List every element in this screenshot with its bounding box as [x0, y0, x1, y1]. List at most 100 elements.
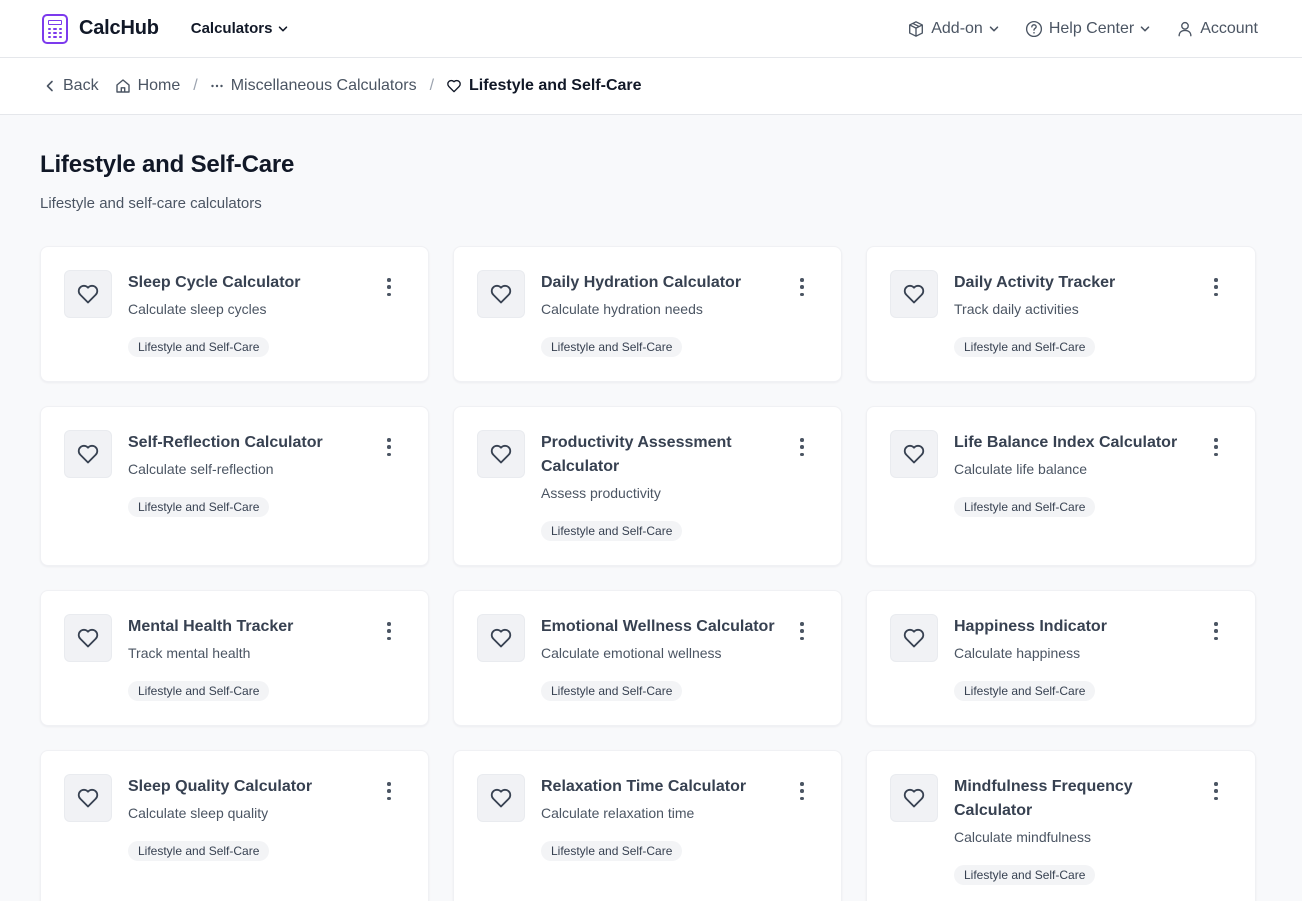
- calculator-card[interactable]: Productivity Assessment Calculator Asses…: [453, 406, 842, 566]
- main-content: Lifestyle and Self-Care Lifestyle and se…: [0, 115, 1302, 901]
- top-nav: CalcHub Calculators Add-on Help Center A…: [0, 0, 1302, 58]
- breadcrumb-current: Lifestyle and Self-Care: [446, 77, 642, 95]
- breadcrumb-parent[interactable]: Miscellaneous Calculators: [210, 77, 417, 95]
- page-subtitle: Lifestyle and self-care calculators: [40, 195, 262, 212]
- home-icon: [115, 79, 130, 93]
- heart-icon: [890, 774, 938, 822]
- calculator-card[interactable]: Mindfulness Frequency Calculator Calcula…: [866, 750, 1256, 901]
- card-title: Happiness Indicator: [954, 618, 1107, 635]
- more-vertical-icon[interactable]: [1213, 782, 1219, 800]
- card-title: Self-Reflection Calculator: [128, 434, 323, 451]
- heart-icon: [64, 270, 112, 318]
- card-title: Mindfulness Frequency Calculator: [954, 778, 1133, 819]
- card-description: Track daily activities: [954, 301, 1079, 317]
- card-description: Calculate happiness: [954, 645, 1081, 661]
- category-tag: Lifestyle and Self-Care: [541, 841, 683, 861]
- heart-icon: [64, 774, 112, 822]
- more-vertical-icon[interactable]: [1213, 622, 1219, 640]
- category-tag: Lifestyle and Self-Care: [128, 337, 270, 357]
- help-circle-icon: [1025, 20, 1042, 37]
- breadcrumb-parent-label: Miscellaneous Calculators: [230, 77, 417, 94]
- chevron-down-icon: [989, 25, 999, 31]
- heart-icon: [64, 430, 112, 478]
- chevron-down-icon: [279, 25, 288, 31]
- page-title: Lifestyle and Self-Care: [40, 151, 295, 178]
- more-vertical-icon[interactable]: [799, 278, 805, 296]
- account-label: Account: [1200, 19, 1258, 37]
- category-tag: Lifestyle and Self-Care: [954, 681, 1096, 701]
- card-description: Calculate mindfulness: [954, 829, 1091, 845]
- breadcrumb-separator: /: [429, 77, 435, 94]
- category-tag: Lifestyle and Self-Care: [541, 681, 683, 701]
- chevron-left-icon: [46, 80, 53, 92]
- card-title: Mental Health Tracker: [128, 618, 294, 635]
- category-tag: Lifestyle and Self-Care: [541, 521, 683, 541]
- card-description: Calculate sleep cycles: [128, 301, 267, 317]
- calculator-icon: [42, 13, 68, 44]
- help-center-menu[interactable]: Help Center: [1025, 20, 1150, 38]
- more-vertical-icon[interactable]: [799, 438, 805, 456]
- addon-menu-label: Add-on: [931, 19, 983, 37]
- heart-icon: [477, 774, 525, 822]
- heart-icon: [890, 614, 938, 662]
- category-tag: Lifestyle and Self-Care: [128, 841, 270, 861]
- more-vertical-icon[interactable]: [1213, 438, 1219, 456]
- category-tag: Lifestyle and Self-Care: [954, 497, 1096, 517]
- chevron-down-icon: [1140, 25, 1150, 31]
- more-vertical-icon[interactable]: [386, 622, 392, 640]
- brand-name: CalcHub: [79, 17, 159, 39]
- heart-icon: [477, 270, 525, 318]
- card-description: Track mental health: [128, 645, 251, 661]
- category-tag: Lifestyle and Self-Care: [128, 497, 270, 517]
- more-vertical-icon[interactable]: [799, 622, 805, 640]
- more-horizontal-icon: [211, 84, 223, 88]
- breadcrumb-current-label: Lifestyle and Self-Care: [469, 77, 642, 94]
- help-center-label: Help Center: [1048, 19, 1135, 37]
- calculator-card[interactable]: Happiness Indicator Calculate happiness …: [866, 590, 1256, 726]
- card-description: Assess productivity: [541, 485, 661, 501]
- calculator-card[interactable]: Sleep Quality Calculator Calculate sleep…: [40, 750, 429, 901]
- calculator-card[interactable]: Daily Hydration Calculator Calculate hyd…: [453, 246, 842, 382]
- back-label: Back: [63, 77, 99, 94]
- calculators-menu[interactable]: Calculators: [191, 20, 289, 37]
- breadcrumb-home-label: Home: [137, 77, 181, 94]
- more-vertical-icon[interactable]: [799, 782, 805, 800]
- card-title: Daily Activity Tracker: [954, 274, 1116, 291]
- more-vertical-icon[interactable]: [386, 278, 392, 296]
- card-description: Calculate sleep quality: [128, 805, 269, 821]
- brand-logo[interactable]: CalcHub: [42, 13, 159, 44]
- breadcrumb-home[interactable]: Home: [115, 77, 181, 95]
- calculator-card[interactable]: Daily Activity Tracker Track daily activ…: [866, 246, 1256, 382]
- breadcrumb-separator: /: [193, 77, 198, 94]
- card-title: Productivity Assessment Calculator: [541, 434, 732, 475]
- heart-icon: [447, 79, 461, 93]
- account-menu[interactable]: Account: [1176, 20, 1258, 38]
- heart-icon: [477, 430, 525, 478]
- card-title: Life Balance Index Calculator: [954, 434, 1178, 451]
- calculator-card[interactable]: Mental Health Tracker Track mental healt…: [40, 590, 429, 726]
- more-vertical-icon[interactable]: [386, 438, 392, 456]
- card-description: Calculate life balance: [954, 461, 1088, 477]
- category-tag: Lifestyle and Self-Care: [954, 865, 1096, 885]
- calculator-grid: Sleep Cycle Calculator Calculate sleep c…: [40, 246, 1256, 901]
- card-description: Calculate self-reflection: [128, 461, 274, 477]
- more-vertical-icon[interactable]: [1213, 278, 1219, 296]
- addon-menu[interactable]: Add-on: [907, 20, 999, 38]
- category-tag: Lifestyle and Self-Care: [541, 337, 683, 357]
- calculator-card[interactable]: Self-Reflection Calculator Calculate sel…: [40, 406, 429, 566]
- calculator-card[interactable]: Emotional Wellness Calculator Calculate …: [453, 590, 842, 726]
- breadcrumb: Back Home / Miscellaneous Calculators / …: [0, 58, 1302, 115]
- more-vertical-icon[interactable]: [386, 782, 392, 800]
- heart-icon: [890, 430, 938, 478]
- back-button[interactable]: Back: [44, 77, 99, 95]
- card-description: Calculate hydration needs: [541, 301, 703, 317]
- calculator-card[interactable]: Sleep Cycle Calculator Calculate sleep c…: [40, 246, 429, 382]
- card-title: Sleep Cycle Calculator: [128, 274, 301, 291]
- calculator-card[interactable]: Relaxation Time Calculator Calculate rel…: [453, 750, 842, 901]
- heart-icon: [477, 614, 525, 662]
- calculators-menu-label: Calculators: [190, 20, 273, 37]
- card-title: Daily Hydration Calculator: [541, 274, 742, 291]
- calculator-card[interactable]: Life Balance Index Calculator Calculate …: [866, 406, 1256, 566]
- heart-icon: [890, 270, 938, 318]
- heart-icon: [64, 614, 112, 662]
